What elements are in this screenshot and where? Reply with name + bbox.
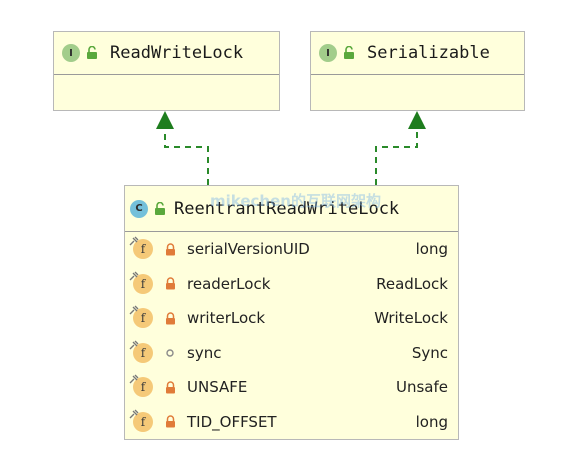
arrowhead-serializable [408, 111, 426, 129]
field-type: long [415, 412, 448, 431]
private-lock-icon [163, 277, 177, 291]
field-type: Sync [411, 343, 448, 362]
private-lock-icon [163, 242, 177, 256]
field-type: WriteLock [374, 309, 448, 327]
field-icon: f [129, 305, 155, 331]
field-name: TID_OFFSET [187, 412, 277, 431]
field-icon: f [129, 374, 155, 400]
pin-icon [129, 409, 139, 418]
interface-icon: I [319, 44, 337, 62]
interface-icon: I [62, 44, 80, 62]
package-private-icon [163, 346, 177, 360]
edge-to-readwritelock [156, 111, 209, 185]
class-reentrantreadwritelock[interactable]: C ReentrantReadWriteLock f serialVersionU… [124, 185, 459, 440]
private-lock-icon [163, 415, 177, 429]
pin-icon [129, 305, 139, 315]
field-row[interactable]: f readerLock ReadLock [125, 267, 458, 301]
edge-to-serializable [375, 111, 426, 185]
field-icon: f [129, 271, 155, 297]
field-name: sync [187, 343, 222, 362]
field-name: readerLock [187, 274, 271, 293]
public-visibility-icon [155, 201, 165, 215]
interface-name: ReadWriteLock [110, 43, 244, 63]
field-row[interactable]: f sync Sync [125, 336, 458, 370]
class-name: ReentrantReadWriteLock [174, 198, 400, 219]
field-name: writerLock [187, 309, 266, 327]
interface-name: Serializable [367, 43, 490, 63]
public-visibility-icon [344, 46, 354, 59]
field-row[interactable]: f writerLock WriteLock [125, 301, 458, 335]
interface-header: I Serializable [311, 32, 524, 75]
field-name: serialVersionUID [187, 240, 310, 258]
field-icon: f [129, 236, 155, 262]
class-header: C ReentrantReadWriteLock [125, 186, 458, 232]
private-lock-icon [163, 311, 177, 325]
interface-header: I ReadWriteLock [54, 32, 279, 75]
interface-serializable[interactable]: I Serializable [310, 31, 525, 111]
field-row[interactable]: f serialVersionUID long [125, 232, 458, 266]
pin-icon [129, 374, 139, 384]
class-icon: C [130, 199, 148, 218]
public-visibility-icon [87, 46, 97, 59]
field-type: Unsafe [395, 378, 448, 396]
field-icon: f [129, 409, 155, 435]
field-name: UNSAFE [187, 378, 248, 396]
field-row[interactable]: f TID_OFFSET long [125, 405, 458, 439]
field-icon: f [129, 340, 155, 366]
pin-icon [129, 271, 139, 280]
interface-readwritelock[interactable]: I ReadWriteLock [53, 31, 280, 111]
field-type: long [415, 240, 448, 258]
arrowhead-readwritelock [156, 111, 174, 129]
pin-icon [129, 340, 139, 349]
field-type: ReadLock [376, 274, 448, 293]
private-lock-icon [163, 380, 177, 394]
field-row[interactable]: f UNSAFE Unsafe [125, 370, 458, 404]
pin-icon [129, 236, 139, 246]
